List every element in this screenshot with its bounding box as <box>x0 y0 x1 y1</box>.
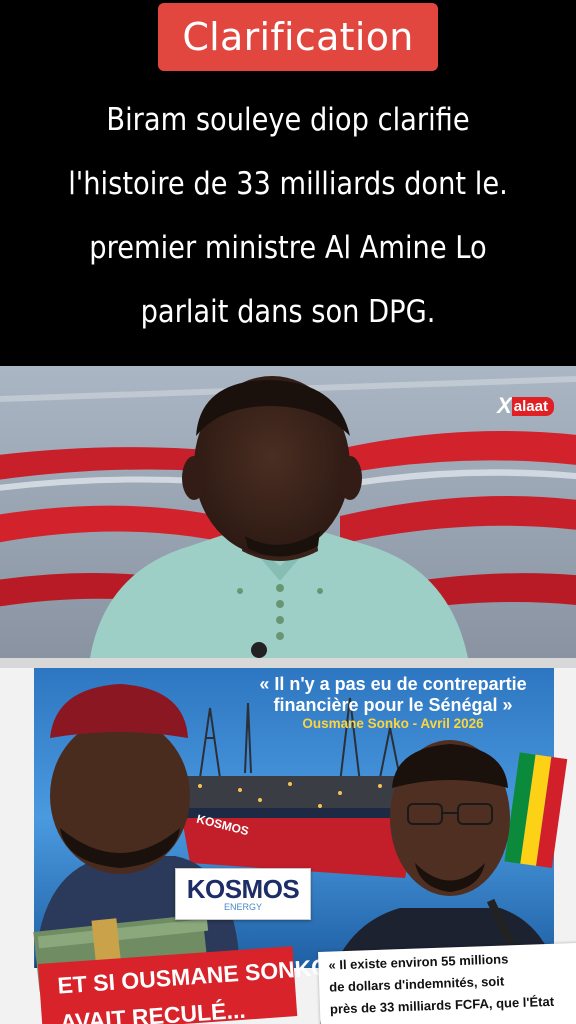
kosmos-brand: KOSMOS <box>186 874 300 904</box>
caption-line: Biram souleye diop clarifie <box>106 102 470 138</box>
caption-line: parlait dans son DPG. <box>140 294 436 330</box>
clarification-badge: Clarification <box>158 3 438 71</box>
studio-scene <box>0 366 576 658</box>
kosmos-energy-logo: KOSMOS ENERGY <box>175 868 311 920</box>
tv-video-frame: X alaat <box>0 366 576 658</box>
video-caption: Biram souleye diop clarifie l'histoire d… <box>50 88 525 344</box>
xalaat-tv-logo: X alaat <box>497 393 554 418</box>
quote-line: « Il n'y a pas eu de contrepartie <box>259 674 527 694</box>
quote-line: financière pour le Sénégal » <box>273 695 513 715</box>
news-clip: « Il n'y a pas eu de contrepartie financ… <box>0 668 576 1024</box>
quote-source: Ousmane Sonko - Avril 2026 <box>302 716 484 731</box>
logo-x: X <box>497 393 512 418</box>
indemnity-quote: « Il existe environ 55 millions de dolla… <box>318 942 576 1024</box>
divider-strip <box>0 658 576 668</box>
badge-label: Clarification <box>182 15 414 59</box>
headline-quote: « Il n'y a pas eu de contrepartie financ… <box>238 674 548 716</box>
caption-line: l'histoire de 33 milliards dont le. <box>68 166 508 202</box>
logo-text: alaat <box>511 396 554 416</box>
caption-line: premier ministre Al Amine Lo <box>89 230 487 266</box>
